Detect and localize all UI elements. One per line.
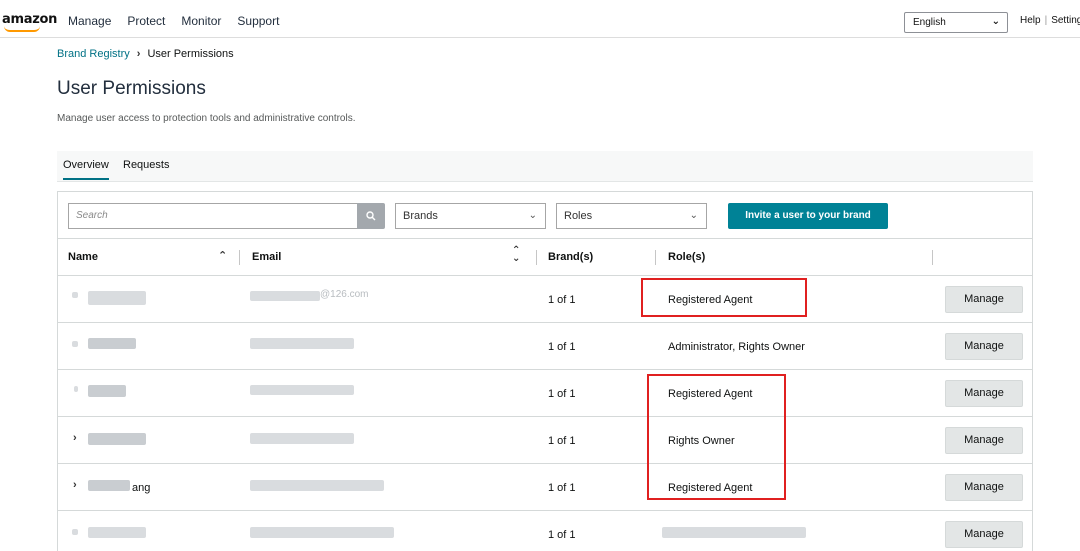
- redacted-email: [250, 338, 354, 349]
- manage-button[interactable]: Manage: [945, 333, 1023, 360]
- nav-manage[interactable]: Manage: [68, 14, 111, 28]
- table-row: 1 of 1 Manage: [58, 511, 1032, 551]
- name-suffix: ang: [132, 482, 151, 494]
- column-divider: [655, 250, 656, 265]
- nav-protect[interactable]: Protect: [127, 14, 165, 28]
- highlight-box: [647, 374, 786, 500]
- redacted-email: [250, 385, 354, 395]
- user-table-card: Search Brands ⌄ Roles ⌄ Invite a user to…: [57, 191, 1033, 551]
- table-row: 1 of 1 Administrator, Rights Owner Manag…: [58, 323, 1032, 370]
- manage-button[interactable]: Manage: [945, 286, 1023, 313]
- breadcrumb: Brand Registry › User Permissions: [57, 48, 234, 60]
- amazon-logo[interactable]: amazon: [2, 12, 58, 32]
- redacted-name: [88, 480, 130, 491]
- tab-requests[interactable]: Requests: [123, 159, 169, 171]
- column-header-brands[interactable]: Brand(s): [548, 251, 593, 263]
- logo-text: amazon: [2, 12, 58, 27]
- redacted-name: [88, 433, 146, 445]
- column-divider: [536, 250, 537, 265]
- redacted-email: [250, 433, 354, 444]
- chevron-right-icon[interactable]: ›: [73, 479, 77, 491]
- manage-button[interactable]: Manage: [945, 380, 1023, 407]
- redacted-role: [662, 527, 806, 538]
- roles-filter-label: Roles: [564, 210, 593, 222]
- chevron-down-icon: ⌄: [991, 16, 1000, 27]
- table-header: Name ⌃ Email ⌃ ⌄ Brand(s) Role(s): [58, 239, 1032, 276]
- column-divider: [239, 250, 240, 265]
- brands-count: 1 of 1: [548, 341, 576, 353]
- highlight-box: [641, 278, 807, 317]
- expand-toggle[interactable]: [72, 292, 78, 298]
- table-row: › 1 of 1 Rights Owner Manage: [58, 417, 1032, 464]
- chevron-down-icon: ⌄: [689, 210, 698, 221]
- redacted-name: [88, 527, 146, 538]
- search-button[interactable]: [357, 203, 385, 229]
- column-header-email[interactable]: Email: [252, 251, 281, 263]
- manage-button[interactable]: Manage: [945, 521, 1023, 548]
- nav-support[interactable]: Support: [237, 14, 279, 28]
- column-divider: [932, 250, 933, 265]
- brands-count: 1 of 1: [548, 294, 576, 306]
- role-text: Administrator, Rights Owner: [668, 341, 805, 353]
- table-row: 1 of 1 Registered Agent Manage: [58, 370, 1032, 417]
- sort-ascending-icon[interactable]: ⌃: [218, 249, 227, 262]
- tab-bar: Overview Requests: [57, 151, 1033, 182]
- brands-count: 1 of 1: [548, 388, 576, 400]
- language-value: English: [913, 17, 946, 28]
- invite-user-button[interactable]: Invite a user to your brand: [728, 203, 888, 229]
- top-nav: amazon Manage Protect Monitor Support En…: [0, 0, 1080, 38]
- table-row: › ang 1 of 1 Registered Agent Manage: [58, 464, 1032, 511]
- search-icon: [366, 211, 376, 221]
- column-header-name[interactable]: Name: [68, 251, 98, 263]
- search-input[interactable]: Search: [68, 203, 358, 229]
- brands-count: 1 of 1: [548, 529, 576, 541]
- chevron-right-icon[interactable]: ›: [73, 432, 77, 444]
- settings-link[interactable]: Settings: [1051, 15, 1080, 26]
- page-subtitle: Manage user access to protection tools a…: [57, 113, 356, 124]
- top-utility-links: Help | Settings: [1020, 15, 1080, 26]
- page-title: User Permissions: [57, 78, 206, 99]
- email-suffix: @126.com: [320, 289, 369, 300]
- logo-smile-icon: [4, 26, 40, 32]
- brands-count: 1 of 1: [548, 435, 576, 447]
- nav-monitor[interactable]: Monitor: [181, 14, 221, 28]
- redacted-name: [88, 291, 146, 305]
- manage-button[interactable]: Manage: [945, 427, 1023, 454]
- chevron-right-icon: ›: [136, 48, 141, 60]
- help-link[interactable]: Help: [1020, 15, 1041, 26]
- redacted-email: [250, 291, 320, 301]
- divider: |: [1044, 15, 1048, 26]
- chevron-down-icon: ⌄: [528, 210, 537, 221]
- breadcrumb-current: User Permissions: [147, 48, 234, 60]
- redacted-email: [250, 527, 394, 538]
- redacted-email: [250, 480, 384, 491]
- main-nav-links: Manage Protect Monitor Support: [68, 14, 279, 28]
- table-row: @126.com 1 of 1 Registered Agent Manage: [58, 276, 1032, 323]
- sort-toggle-icon[interactable]: ⌃ ⌄: [512, 246, 520, 264]
- redacted-name: [88, 338, 136, 349]
- expand-toggle[interactable]: [74, 386, 78, 392]
- breadcrumb-brand-registry[interactable]: Brand Registry: [57, 48, 130, 60]
- expand-toggle[interactable]: [72, 529, 78, 535]
- brands-count: 1 of 1: [548, 482, 576, 494]
- brands-filter-label: Brands: [403, 210, 438, 222]
- manage-button[interactable]: Manage: [945, 474, 1023, 501]
- expand-toggle[interactable]: [72, 341, 78, 347]
- brands-filter[interactable]: Brands ⌄: [395, 203, 546, 229]
- roles-filter[interactable]: Roles ⌄: [556, 203, 707, 229]
- tab-overview[interactable]: Overview: [63, 159, 109, 180]
- column-header-roles[interactable]: Role(s): [668, 251, 705, 263]
- filter-bar: Search Brands ⌄ Roles ⌄ Invite a user to…: [58, 192, 1032, 239]
- redacted-name: [88, 385, 126, 397]
- language-select[interactable]: English ⌄: [904, 12, 1008, 33]
